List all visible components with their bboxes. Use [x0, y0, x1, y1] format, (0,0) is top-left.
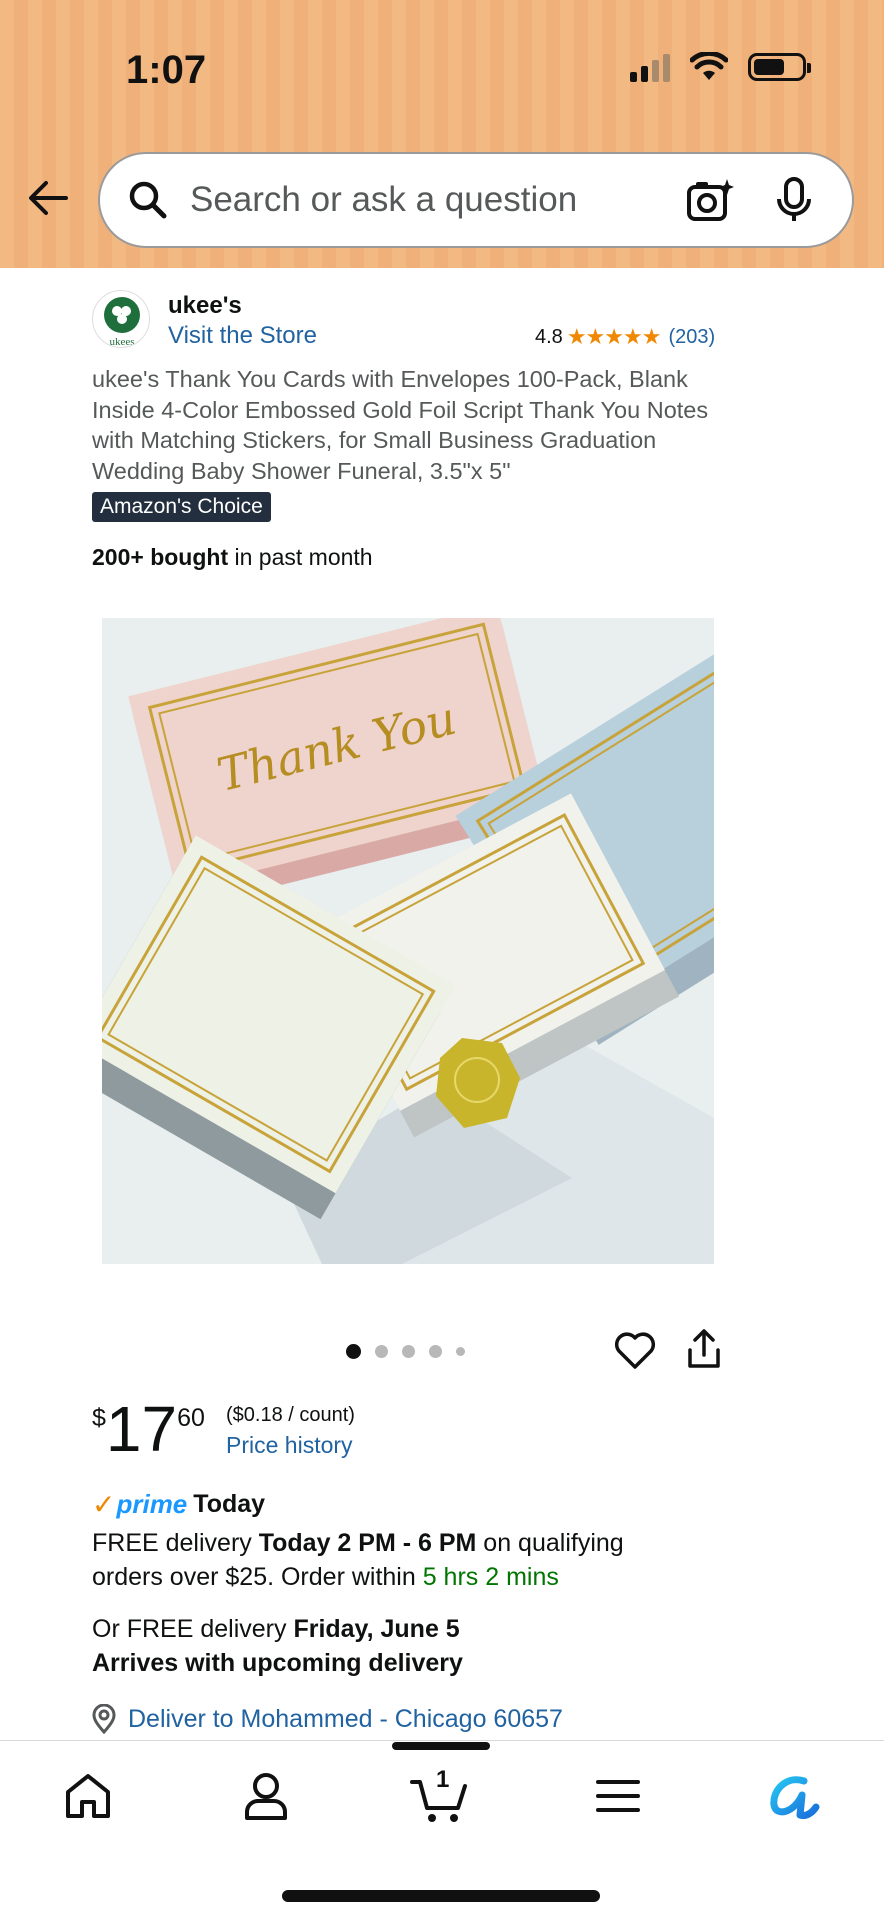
search-input[interactable]: Search or ask a question: [190, 180, 656, 220]
delivery-info: FREE delivery Today 2 PM - 6 PM on quali…: [92, 1526, 692, 1594]
back-button[interactable]: [24, 174, 72, 222]
home-icon: [66, 1774, 110, 1818]
seller-logo[interactable]: ukees: [92, 290, 150, 348]
bought-count-rest: in past month: [228, 544, 373, 570]
alt-delivery-text: Or FREE delivery: [92, 1615, 294, 1643]
header: 1:07 Search or ask a question: [0, 0, 884, 268]
order-countdown: 5 hrs 2 mins: [422, 1563, 559, 1591]
delivery-text-a: FREE delivery: [92, 1529, 259, 1557]
tab-menu[interactable]: [588, 1766, 648, 1826]
bought-count-bold: 200+ bought: [92, 544, 229, 570]
seller-logo-text: ukees: [109, 336, 134, 348]
tab-home[interactable]: [58, 1766, 118, 1826]
wifi-icon: [690, 52, 728, 80]
prime-check-icon: ✓: [92, 1489, 116, 1520]
camera-search-button[interactable]: [680, 177, 740, 223]
delivery-window: Today 2 PM - 6 PM: [258, 1529, 477, 1557]
price: $ 17 60: [92, 1396, 205, 1462]
rating-stars: ★★★★★: [566, 324, 662, 349]
tab-bar-handle: [392, 1742, 490, 1750]
person-icon: [245, 1773, 287, 1820]
carousel-dot[interactable]: [375, 1345, 388, 1358]
rufus-a-icon: [770, 1776, 820, 1819]
cart-count: 1: [436, 1766, 450, 1793]
cellular-signal-icon: [630, 52, 670, 82]
visit-store-link[interactable]: Visit the Store: [168, 322, 317, 350]
carousel-dot[interactable]: [456, 1347, 465, 1356]
bought-count: 200+ bought in past month: [92, 544, 373, 571]
rating-summary[interactable]: 4.8 ★★★★★ (203): [535, 324, 715, 350]
battery-icon: [748, 53, 811, 81]
wishlist-button[interactable]: [614, 1330, 656, 1372]
tab-account[interactable]: [236, 1766, 296, 1826]
carousel-dot[interactable]: [346, 1344, 361, 1359]
location-pin-icon: [92, 1704, 116, 1734]
unit-price: ($0.18 / count): [226, 1404, 355, 1426]
rating-count[interactable]: (203): [668, 326, 715, 349]
alt-delivery-date: Friday, June 5: [293, 1615, 460, 1643]
share-button[interactable]: [686, 1328, 722, 1370]
upcoming-delivery-text: Arrives with upcoming delivery: [92, 1649, 463, 1677]
prime-badge: ✓ prime Today: [92, 1488, 265, 1521]
rating-value: 4.8: [535, 325, 563, 348]
product-title: ukee's Thank You Cards with Envelopes 10…: [92, 366, 709, 484]
seller-name: ukee's: [168, 292, 242, 319]
product-photo: Thank You: [102, 618, 714, 1264]
price-fraction: 60: [177, 1404, 205, 1432]
price-currency: $: [92, 1404, 106, 1432]
home-indicator: [282, 1890, 600, 1902]
carousel-dots[interactable]: [346, 1344, 465, 1359]
deliver-to-text[interactable]: Deliver to Mohammed - Chicago 60657: [128, 1705, 563, 1734]
carousel-dot[interactable]: [429, 1345, 442, 1358]
back-arrow-icon: [29, 181, 68, 215]
tab-cart[interactable]: 1: [410, 1766, 470, 1826]
product-image[interactable]: Thank You: [102, 618, 714, 1264]
microphone-icon: [777, 177, 811, 221]
camera-lens-icon: [687, 179, 734, 221]
amazons-choice-badge[interactable]: Amazon's Choice: [92, 492, 271, 522]
search-icon: [129, 181, 167, 219]
prime-today: Today: [193, 1490, 266, 1518]
price-whole: 17: [105, 1393, 178, 1465]
tab-rufus-assistant[interactable]: [764, 1766, 824, 1826]
alternate-delivery: Or FREE delivery Friday, June 5 Arrives …: [92, 1612, 692, 1680]
prime-logo: prime: [116, 1489, 188, 1519]
heart-icon: [614, 1332, 656, 1369]
search-bar[interactable]: Search or ask a question: [98, 152, 854, 248]
price-history-link[interactable]: Price history: [226, 1432, 353, 1459]
status-icons: [630, 52, 811, 82]
deliver-to-link[interactable]: Deliver to Mohammed - Chicago 60657: [92, 1704, 563, 1734]
status-time: 1:07: [126, 48, 207, 92]
share-icon: [688, 1329, 720, 1368]
hamburger-menu-icon: [596, 1780, 640, 1812]
voice-search-button[interactable]: [764, 177, 824, 223]
carousel-dot[interactable]: [402, 1345, 415, 1358]
